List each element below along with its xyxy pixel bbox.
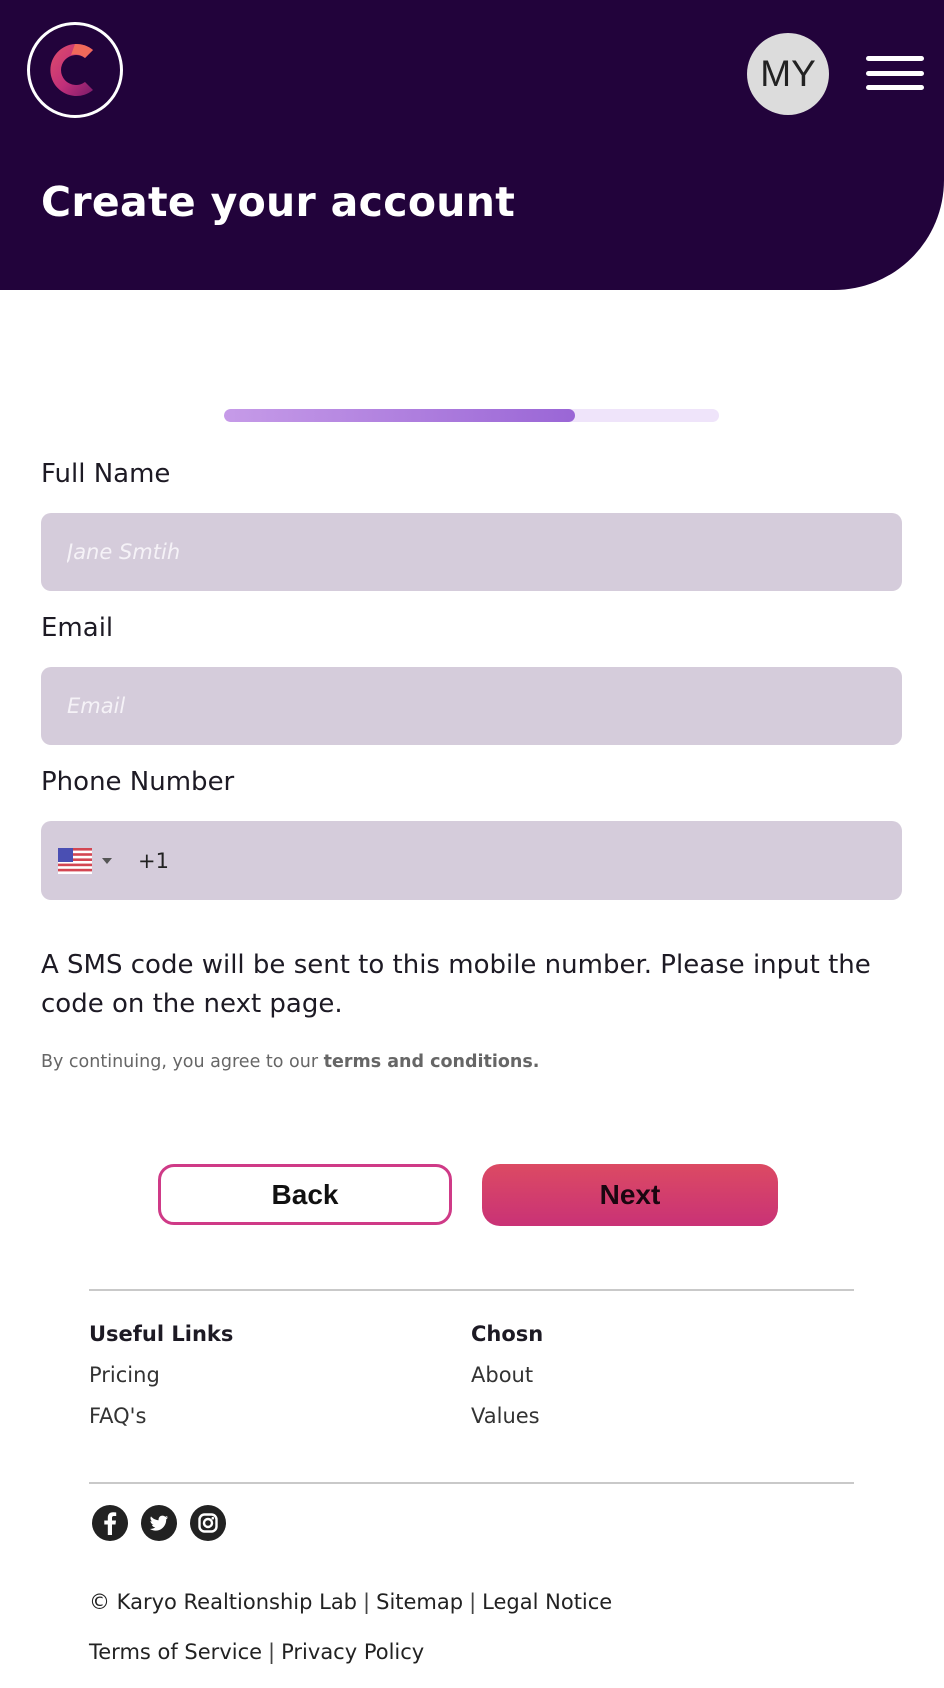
terms-prefix: By continuing, you agree to our — [41, 1052, 324, 1072]
next-button[interactable]: Next — [482, 1164, 778, 1226]
footer-link-faqs[interactable]: FAQ's — [89, 1404, 233, 1434]
dial-code: +1 — [138, 848, 169, 873]
back-button[interactable]: Back — [158, 1164, 452, 1225]
legal-line-1: © Karyo Realtionship Lab | Sitemap | Legal N… — [89, 1590, 613, 1614]
footer-column-chosn: Chosn About Values — [471, 1322, 543, 1434]
instagram-icon[interactable] — [190, 1505, 226, 1541]
email-label: Email — [41, 613, 114, 643]
sitemap-link[interactable]: Sitemap — [376, 1590, 463, 1614]
social-links — [92, 1505, 226, 1541]
brand-logo[interactable] — [27, 22, 123, 118]
footer-link-pricing[interactable]: Pricing — [89, 1363, 233, 1393]
brand-logo-icon — [50, 43, 93, 96]
progress-bar — [224, 409, 719, 422]
terms-of-service-link[interactable]: Terms of Service — [89, 1640, 262, 1664]
footer-link-about[interactable]: About — [471, 1363, 543, 1393]
page-title: Create your account — [41, 178, 516, 226]
twitter-icon[interactable] — [141, 1505, 177, 1541]
email-input[interactable] — [41, 667, 902, 745]
full-name-input[interactable] — [41, 513, 902, 591]
terms-link[interactable]: terms and conditions. — [324, 1052, 540, 1072]
user-avatar[interactable]: MY — [747, 33, 829, 115]
footer-heading: Chosn — [471, 1322, 544, 1346]
footer-link-values[interactable]: Values — [471, 1404, 543, 1434]
avatar-initials: MY — [760, 53, 816, 94]
footer-heading: Useful Links — [89, 1322, 234, 1346]
chevron-down-icon — [102, 857, 112, 864]
footer-column-useful-links: Useful Links Pricing FAQ's — [89, 1322, 233, 1434]
full-name-label: Full Name — [41, 459, 171, 489]
progress-bar-fill — [224, 409, 576, 422]
facebook-icon[interactable] — [92, 1505, 128, 1541]
phone-number-field[interactable]: +1 — [41, 821, 902, 900]
phone-number-label: Phone Number — [41, 767, 235, 797]
footer-divider-top — [89, 1289, 854, 1291]
header: MY Create your account — [0, 0, 944, 290]
legal-line-2: Terms of Service | Privacy Policy — [89, 1640, 425, 1664]
footer-divider-bottom — [89, 1482, 854, 1484]
hamburger-menu-icon[interactable] — [866, 52, 924, 94]
terms-notice: By continuing, you agree to our terms an… — [41, 1052, 539, 1072]
privacy-policy-link[interactable]: Privacy Policy — [281, 1640, 424, 1664]
sms-info-text: A SMS code will be sent to this mobile n… — [41, 950, 871, 1019]
legal-notice-link[interactable]: Legal Notice — [482, 1590, 612, 1614]
country-code-select[interactable] — [58, 847, 112, 874]
us-flag-icon — [58, 847, 92, 874]
copyright-text: © Karyo Realtionship Lab — [89, 1590, 358, 1614]
